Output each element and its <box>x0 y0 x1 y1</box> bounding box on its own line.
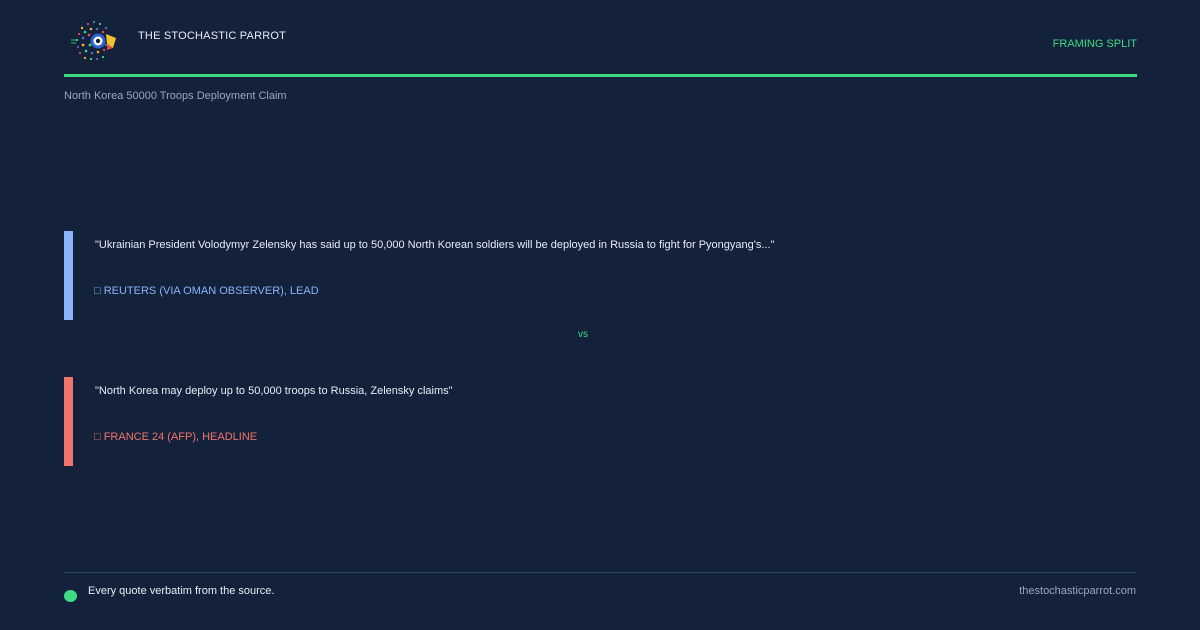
parrot-logo-icon <box>70 18 118 64</box>
header: THE STOCHASTIC PARROT FRAMING SPLIT <box>64 16 1137 78</box>
vs-separator: vs <box>578 329 588 340</box>
quote-text: "Ukrainian President Volodymyr Zelensky … <box>95 239 775 251</box>
quote-accent-bar <box>64 377 73 466</box>
framing-split-label: FRAMING SPLIT <box>1052 38 1137 50</box>
brand-name: THE STOCHASTIC PARROT <box>138 30 287 42</box>
topic-title: North Korea 50000 Troops Deployment Clai… <box>64 90 287 102</box>
green-dot-icon <box>64 590 77 602</box>
quote-text: "North Korea may deploy up to 50,000 tro… <box>95 385 453 397</box>
footer-note: Every quote verbatim from the source. <box>88 585 275 597</box>
quote-accent-bar <box>64 231 73 320</box>
quote-card-france24: "North Korea may deploy up to 50,000 tro… <box>64 377 1137 466</box>
quote-card-reuters: "Ukrainian President Volodymyr Zelensky … <box>64 231 1137 320</box>
footer-divider <box>64 572 1137 573</box>
footer-url: thestochasticparrot.com <box>1019 585 1136 597</box>
header-divider <box>64 74 1137 77</box>
quote-source: □ REUTERS (VIA OMAN OBSERVER), LEAD <box>94 285 319 297</box>
quote-source: □ FRANCE 24 (AFP), HEADLINE <box>94 431 258 443</box>
